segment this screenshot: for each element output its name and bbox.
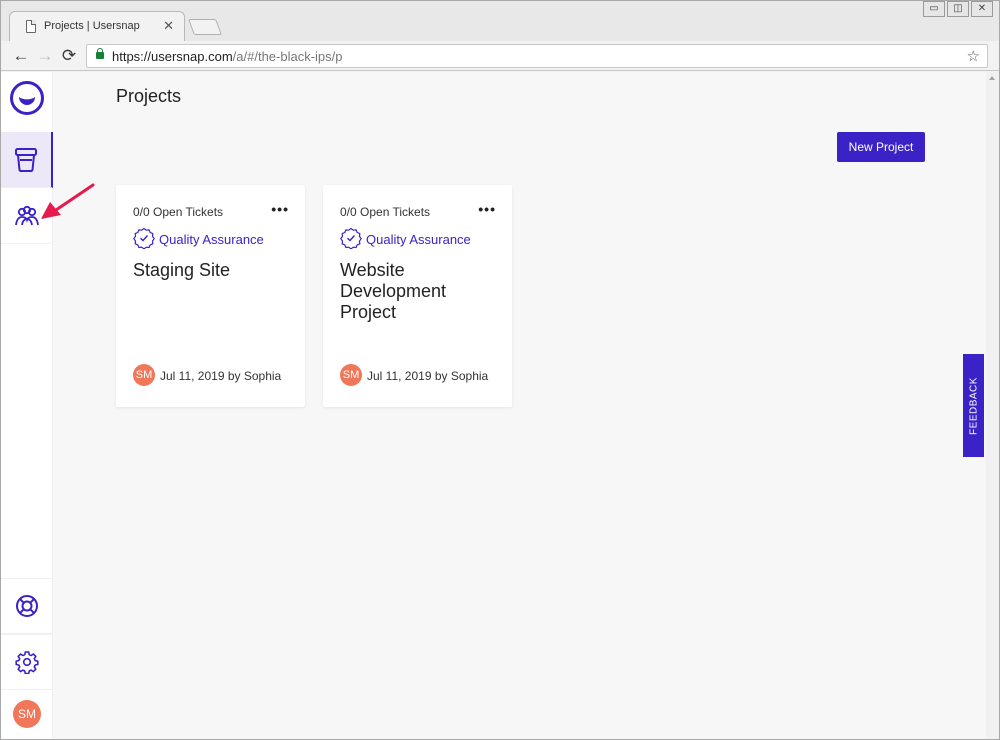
- gear-icon: [15, 651, 39, 674]
- sidebar-item-help[interactable]: [1, 578, 53, 634]
- feedback-tab[interactable]: FEEDBACK: [963, 354, 984, 457]
- url-path: /a/#/the-black-ips/p: [232, 49, 343, 64]
- annotation-arrow: [41, 183, 95, 219]
- sidebar-item-projects[interactable]: [1, 132, 53, 188]
- page-title: Projects: [116, 86, 182, 106]
- window-controls: ▭ ◫ ✕: [921, 1, 993, 17]
- project-meta: Jul 11, 2019 by Sophia: [160, 369, 282, 383]
- back-arrow-icon[interactable]: ←: [11, 46, 31, 66]
- more-options-icon[interactable]: •••: [478, 201, 496, 217]
- open-tickets-count: 0/0 Open Tickets: [133, 205, 224, 219]
- new-project-button[interactable]: New Project: [837, 132, 925, 162]
- more-options-icon[interactable]: •••: [271, 201, 289, 217]
- people-icon: [15, 205, 39, 225]
- scroll-up-icon[interactable]: [989, 76, 995, 80]
- url-host: https://usersnap.com: [112, 49, 233, 64]
- forward-arrow-icon[interactable]: →: [35, 46, 55, 66]
- tab-close-icon[interactable]: ✕: [163, 18, 174, 34]
- open-tickets-count: 0/0 Open Tickets: [340, 205, 431, 219]
- sidebar: SM: [1, 72, 53, 739]
- project-name[interactable]: Website Development Project: [340, 260, 500, 323]
- minimize-button[interactable]: ▭: [923, 1, 945, 17]
- author-avatar: SM: [340, 364, 362, 386]
- page-icon: [26, 20, 36, 33]
- usersnap-logo-icon[interactable]: [9, 80, 45, 116]
- url-text[interactable]: https://usersnap.com/a/#/the-black-ips/p: [112, 49, 343, 64]
- project-meta: Jul 11, 2019 by Sophia: [367, 369, 489, 383]
- address-bar[interactable]: https://usersnap.com/a/#/the-black-ips/p…: [86, 44, 988, 68]
- project-card[interactable]: 0/0 Open Tickets ••• Quality Assurance S…: [116, 185, 305, 407]
- quality-badge-icon: [133, 227, 155, 249]
- lifebuoy-help-icon: [16, 595, 38, 617]
- author-avatar: SM: [133, 364, 155, 386]
- quality-badge-icon: [340, 227, 362, 249]
- scrollbar[interactable]: [986, 72, 999, 739]
- reload-icon[interactable]: ⟳: [59, 46, 79, 66]
- sidebar-item-settings[interactable]: [1, 634, 53, 690]
- tab-title: Projects | Usersnap: [44, 20, 140, 32]
- browser-toolbar: ← → ⟳ https://usersnap.com/a/#/the-black…: [1, 41, 999, 71]
- lock-icon: [96, 48, 104, 59]
- bookmark-star-icon[interactable]: ☆: [967, 47, 980, 65]
- tab-strip: Projects | Usersnap ✕ ▭ ◫ ✕: [1, 1, 999, 41]
- projects-icon: [15, 147, 37, 172]
- scroll-thumb[interactable]: [989, 86, 996, 726]
- project-type-label: Quality Assurance: [366, 232, 471, 247]
- browser-tab[interactable]: Projects | Usersnap ✕: [9, 11, 185, 41]
- browser-window: Projects | Usersnap ✕ ▭ ◫ ✕ ← → ⟳ https:…: [0, 0, 1000, 740]
- project-type-label: Quality Assurance: [159, 232, 264, 247]
- close-window-button[interactable]: ✕: [971, 1, 993, 17]
- new-tab-button[interactable]: [188, 19, 222, 35]
- app-content: SM Projects New Project 0/0 Open Tickets…: [1, 72, 999, 739]
- maximize-button[interactable]: ◫: [947, 1, 969, 17]
- project-name[interactable]: Staging Site: [133, 260, 293, 281]
- user-avatar[interactable]: SM: [13, 700, 41, 728]
- project-card[interactable]: 0/0 Open Tickets ••• Quality Assurance W…: [323, 185, 512, 407]
- feedback-label: FEEDBACK: [968, 376, 979, 435]
